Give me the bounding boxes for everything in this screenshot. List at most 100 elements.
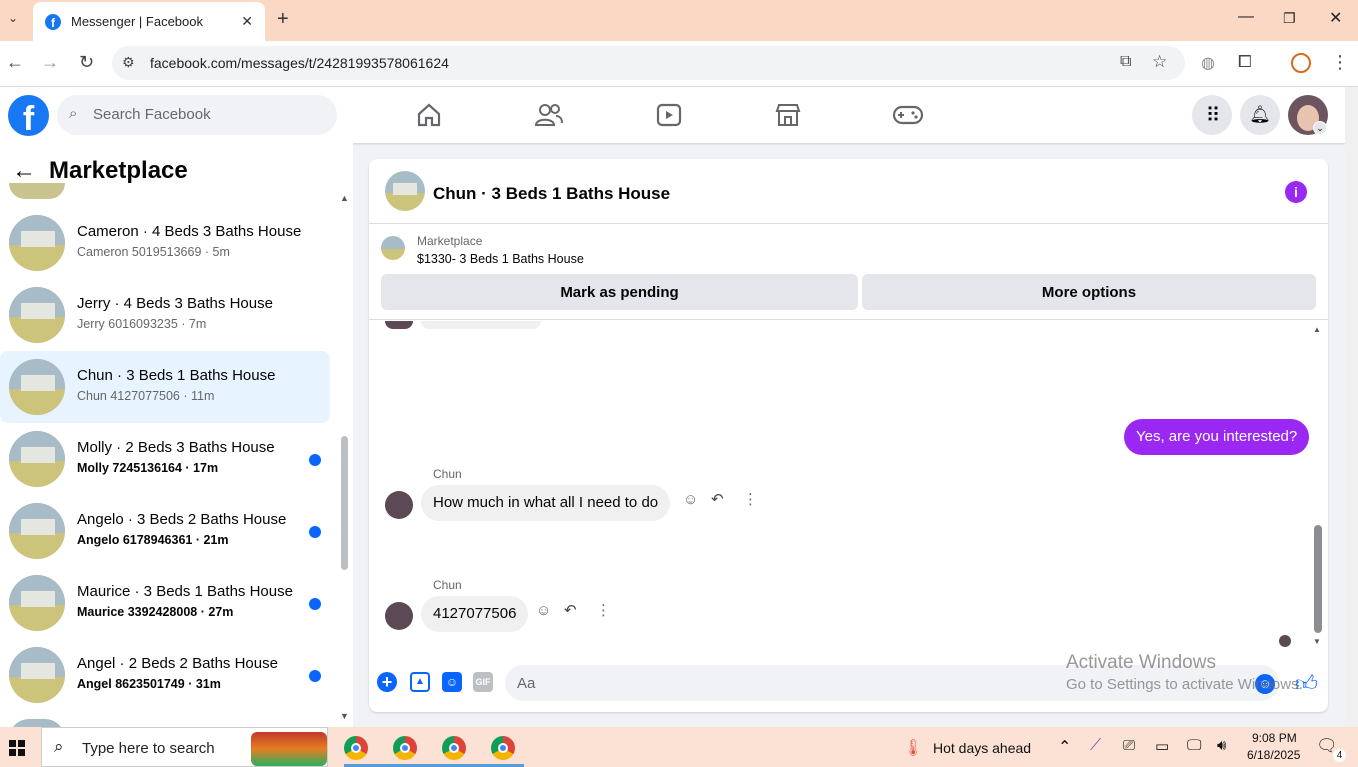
friends-icon[interactable] xyxy=(534,101,564,129)
chrome-taskbar-icon[interactable] xyxy=(491,736,515,760)
conversation-item[interactable]: Maurice · 3 Beds 1 Baths House Maurice 3… xyxy=(0,567,330,639)
network-icon[interactable]: 🖵︎ xyxy=(1187,737,1201,754)
more-message-icon[interactable]: ⋮ xyxy=(596,601,611,619)
taskbar-search-input[interactable]: ⌕ Type here to search xyxy=(41,727,328,767)
facebook-logo-icon[interactable]: f xyxy=(8,95,49,136)
clock-time[interactable]: 9:08 PM xyxy=(1252,731,1297,745)
chrome-taskbar-icon[interactable] xyxy=(393,736,417,760)
conversation-preview: Angelo 6178946361 · 21m xyxy=(77,533,229,547)
chrome-taskbar-icon[interactable] xyxy=(442,736,466,760)
search-highlight-image xyxy=(251,732,327,766)
unread-dot-icon xyxy=(309,454,321,466)
pen-icon[interactable]: ⟋ xyxy=(1090,737,1101,755)
notification-count-badge: 4 xyxy=(1333,749,1346,762)
house-thumbnail xyxy=(9,575,65,631)
notifications-button[interactable]: 🔔︎ xyxy=(1240,95,1280,135)
facebook-header: f ⌕ Search Facebook ⠿ 🔔︎ ⌄ xyxy=(0,87,1345,143)
react-icon[interactable]: ☺ xyxy=(683,491,698,508)
gif-icon[interactable]: GIF xyxy=(473,672,493,692)
chat-scroll-up-icon[interactable]: ▲ xyxy=(1313,325,1321,334)
conversation-item[interactable]: Angelo · 3 Beds 2 Baths House Angelo 617… xyxy=(0,495,330,567)
unread-dot-icon xyxy=(309,598,321,610)
home-icon[interactable] xyxy=(415,101,443,129)
reload-icon[interactable]: ↻ xyxy=(79,52,94,73)
unread-dot-icon xyxy=(309,526,321,538)
sticker-icon[interactable]: ☺ xyxy=(442,672,462,692)
reply-icon[interactable]: ↶ xyxy=(564,601,577,619)
install-app-icon[interactable]: ⧉ xyxy=(1120,53,1131,71)
photo-icon[interactable]: ▲ xyxy=(410,672,430,692)
info-icon[interactable]: i xyxy=(1285,181,1307,203)
chat-scrollbar-thumb[interactable] xyxy=(1314,525,1322,633)
tab-list-chevron-icon[interactable]: ⌄ xyxy=(8,11,18,25)
reply-icon[interactable]: ↶ xyxy=(711,490,724,508)
back-icon[interactable]: ← xyxy=(6,52,24,73)
more-options-button[interactable]: More options xyxy=(862,274,1316,310)
conversation-item[interactable]: Jerry · 4 Beds 3 Baths House Jerry 60160… xyxy=(0,279,330,351)
scroll-down-icon[interactable]: ▼ xyxy=(340,711,349,721)
marketplace-icon[interactable] xyxy=(774,101,802,129)
maximize-icon[interactable]: ❐ xyxy=(1283,10,1296,27)
windows-taskbar: ⌕ Type here to search 🌡︎ Hot days ahead … xyxy=(0,727,1358,767)
plus-icon[interactable]: + xyxy=(377,672,397,692)
conversation-preview: Molly 7245136164 · 17m xyxy=(77,461,219,475)
taskbar-search-placeholder: Type here to search xyxy=(82,740,215,757)
mark-as-pending-button[interactable]: Mark as pending xyxy=(381,274,858,310)
battery-icon[interactable]: ▭ xyxy=(1155,737,1169,755)
react-icon[interactable]: ☺ xyxy=(536,602,551,619)
conversation-item-selected[interactable]: Chun · 3 Beds 1 Baths House Chun 4127077… xyxy=(0,351,330,423)
list-scrollbar-thumb[interactable] xyxy=(341,436,348,570)
conversation-item[interactable]: Molly · 2 Beds 3 Baths House Molly 72451… xyxy=(0,423,330,495)
grid-icon: ⠿ xyxy=(1205,104,1221,127)
browser-tab-messenger[interactable]: f Messenger | Facebook ✕ xyxy=(33,2,265,41)
clock-date[interactable]: 6/18/2025 xyxy=(1247,748,1300,762)
meet-now-icon[interactable]: ⎚ xyxy=(1123,737,1135,754)
unread-dot-icon xyxy=(309,670,321,682)
video-icon[interactable] xyxy=(655,101,683,129)
address-bar[interactable]: ⚙ facebook.com/messages/t/24281993578061… xyxy=(112,46,1185,80)
gaming-icon[interactable] xyxy=(892,103,924,127)
account-chevron-icon[interactable]: ⌄ xyxy=(1313,121,1327,135)
windows-start-icon[interactable] xyxy=(9,740,25,756)
volume-icon[interactable]: 🔊︎ xyxy=(1217,737,1226,754)
conversation-name: Angelo · 3 Beds 2 Baths House xyxy=(77,511,287,528)
weather-icon[interactable]: 🌡︎ xyxy=(903,738,923,758)
more-message-icon[interactable]: ⋮ xyxy=(743,490,758,508)
show-hidden-icons-icon[interactable]: ⌃ xyxy=(1058,737,1071,757)
listing-bar: Marketplace $1330- 3 Beds 1 Baths House … xyxy=(369,224,1328,320)
new-tab-button[interactable]: + xyxy=(277,8,289,31)
back-arrow-icon[interactable]: ← xyxy=(12,157,36,185)
page-scrollbar[interactable] xyxy=(1345,87,1358,727)
listing-thumbnail xyxy=(381,236,405,260)
house-thumbnail xyxy=(9,503,65,559)
minimize-icon[interactable]: — xyxy=(1238,8,1254,26)
facebook-search-input[interactable]: ⌕ Search Facebook xyxy=(57,95,337,135)
browser-menu-icon[interactable]: ⋮ xyxy=(1331,52,1349,73)
conversation-item[interactable]: Angel · 2 Beds 2 Baths House Angel 86235… xyxy=(0,639,330,711)
sender-avatar[interactable] xyxy=(385,491,413,519)
chrome-taskbar-icon[interactable] xyxy=(344,736,368,760)
site-info-icon[interactable]: ⚙ xyxy=(122,54,135,71)
forward-icon[interactable]: → xyxy=(41,52,59,73)
chat-scroll-down-icon[interactable]: ▼ xyxy=(1313,637,1321,646)
window-close-icon[interactable]: ✕ xyxy=(1329,8,1342,28)
translate-icon[interactable]: ◍ xyxy=(1201,53,1215,73)
chat-thumbnail[interactable] xyxy=(385,171,425,211)
bookmark-star-icon[interactable]: ☆ xyxy=(1152,52,1167,72)
listing-price[interactable]: $1330- 3 Beds 1 Baths House xyxy=(417,252,584,266)
close-tab-icon[interactable]: ✕ xyxy=(241,13,253,30)
menu-grid-button[interactable]: ⠿ xyxy=(1192,95,1232,135)
message-bubble-outgoing[interactable]: Yes, are you interested? xyxy=(1124,419,1310,455)
message-bubble-incoming[interactable]: 4127077506 xyxy=(421,596,529,632)
conversation-preview: Maurice 3392428008 · 27m xyxy=(77,605,234,619)
message-bubble-incoming[interactable]: How much in what all I need to do xyxy=(421,485,671,521)
tab-title: Messenger | Facebook xyxy=(71,14,203,29)
weather-text[interactable]: Hot days ahead xyxy=(933,740,1031,756)
extensions-icon[interactable]: ⧠ xyxy=(1238,52,1252,72)
chat-panel: Chun · 3 Beds 1 Baths House i Marketplac… xyxy=(369,159,1328,712)
sender-avatar[interactable] xyxy=(385,602,413,630)
chat-title[interactable]: Chun · 3 Beds 1 Baths House xyxy=(433,184,670,204)
profile-icon[interactable] xyxy=(1291,53,1311,73)
conversation-item[interactable]: Cameron · 4 Beds 3 Baths House Cameron 5… xyxy=(0,207,330,279)
scroll-up-icon[interactable]: ▲ xyxy=(340,193,349,203)
